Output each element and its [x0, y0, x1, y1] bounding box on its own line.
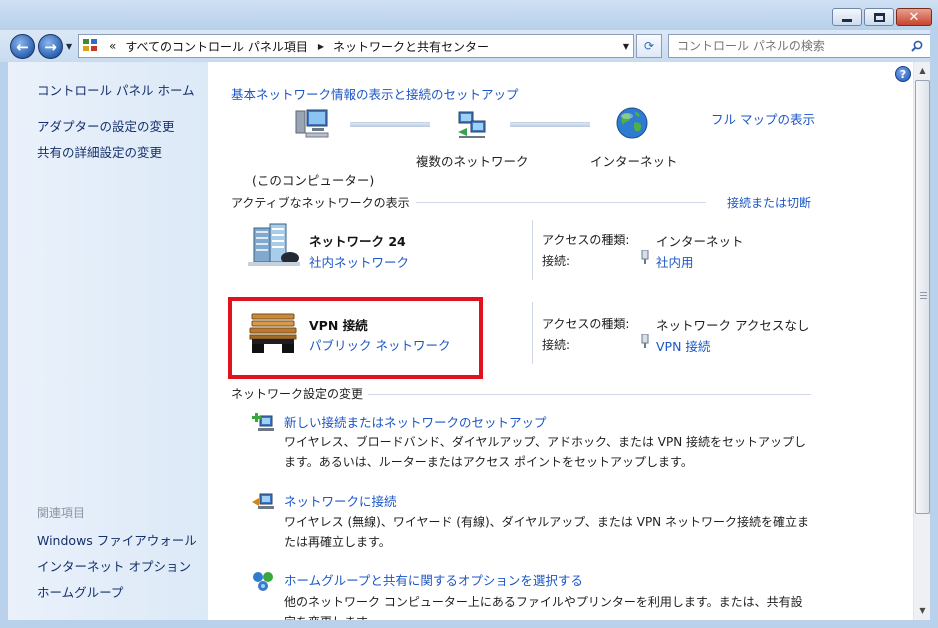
multiple-networks-icon[interactable]: [455, 108, 489, 140]
scrollbar-grip: [920, 292, 927, 301]
network-2-connection-label: 接続:: [542, 338, 571, 352]
network-1-access-value: インターネット: [656, 234, 744, 249]
refresh-icon: ⟳: [643, 39, 655, 53]
maximize-icon: [873, 12, 885, 22]
search-icon[interactable]: [911, 40, 923, 52]
section-divider: [416, 202, 706, 203]
network-1-connection-label: 接続:: [542, 254, 571, 268]
connect-network-icon: [252, 493, 274, 509]
back-button[interactable]: ←: [10, 34, 35, 59]
control-panel-home-link[interactable]: コントロール パネル ホーム: [37, 80, 195, 99]
title-bar: ✕: [0, 0, 938, 30]
task-homegroup-link[interactable]: ホームグループと共有に関するオプションを選択する: [284, 570, 583, 589]
scrollbar-thumb[interactable]: [915, 80, 930, 514]
main-content: ? 基本ネットワーク情報の表示と接続のセットアップ フル マップの表示 (このコ…: [208, 62, 913, 620]
arrow-right-icon: →: [44, 37, 57, 56]
related-firewall-link[interactable]: Windows ファイアウォール: [37, 530, 197, 549]
task-new-connection-link[interactable]: 新しい接続またはネットワークのセットアップ: [284, 412, 547, 431]
network-1-connection-link[interactable]: 社内用: [656, 252, 694, 271]
ethernet-plug-icon: [641, 334, 649, 348]
refresh-button[interactable]: ⟳: [636, 34, 662, 58]
scroll-down-icon[interactable]: ▼: [914, 602, 931, 619]
scroll-up-icon[interactable]: ▲: [914, 62, 931, 79]
window-frame-right: [930, 30, 938, 628]
related-internet-options-link[interactable]: インターネット オプション: [37, 556, 191, 575]
network-2-access-label: アクセスの種類:: [542, 317, 630, 331]
recent-pages-dropdown-icon[interactable]: ▼: [66, 42, 72, 51]
maximize-button[interactable]: [864, 8, 894, 26]
map-computer-label: (このコンピューター): [252, 173, 375, 188]
search-input[interactable]: [669, 39, 899, 53]
task-homegroup-desc: 他のネットワーク コンピューター上にあるファイルやプリンターを利用します。または…: [284, 595, 803, 620]
ethernet-plug-icon: [641, 250, 649, 264]
connect-disconnect-link[interactable]: 接続または切断: [727, 194, 811, 211]
minimize-button[interactable]: [832, 8, 862, 26]
address-dropdown-icon[interactable]: ▼: [623, 42, 629, 51]
network-1-divider: [532, 220, 533, 280]
task-connect-network-link[interactable]: ネットワークに接続: [284, 491, 397, 510]
search-box[interactable]: [668, 34, 931, 58]
public-network-bench-icon[interactable]: [248, 310, 300, 358]
map-network-label: 複数のネットワーク: [416, 154, 529, 169]
related-heading: 関連項目: [37, 506, 86, 520]
active-networks-heading: アクティブなネットワークの表示: [231, 196, 410, 210]
network-1-name: ネットワーク 24: [309, 234, 406, 249]
network-2-divider: [532, 302, 533, 364]
network-2-connection-link[interactable]: VPN 接続: [656, 336, 710, 355]
internet-globe-icon[interactable]: [615, 106, 649, 140]
help-icon[interactable]: ?: [895, 66, 911, 82]
network-2-access-value: ネットワーク アクセスなし: [656, 318, 810, 333]
advanced-sharing-link[interactable]: 共有の詳細設定の変更: [37, 142, 162, 161]
address-bar[interactable]: « すべてのコントロール パネル項目 ▶ ネットワークと共有センター ▼: [78, 34, 634, 58]
related-homegroup-link[interactable]: ホームグループ: [37, 582, 123, 601]
close-button[interactable]: ✕: [896, 8, 932, 26]
forward-button[interactable]: →: [38, 34, 63, 59]
navigation-bar: ← → ▼ « すべてのコントロール パネル項目 ▶ ネットワークと共有センター…: [0, 30, 938, 62]
breadcrumb-all-items[interactable]: すべてのコントロール パネル項目: [125, 38, 308, 55]
change-settings-heading: ネットワーク設定の変更: [231, 387, 364, 401]
map-internet-label: インターネット: [590, 154, 678, 169]
page-title-link[interactable]: 基本ネットワーク情報の表示と接続のセットアップ: [231, 84, 519, 103]
window-frame-bottom: [0, 620, 938, 628]
close-icon: ✕: [908, 9, 920, 25]
adapter-settings-link[interactable]: アダプターの設定の変更: [37, 116, 175, 135]
full-map-link[interactable]: フル マップの表示: [711, 109, 815, 128]
section-divider: [368, 394, 811, 395]
control-panel-icon: [83, 39, 99, 53]
corporate-network-icon[interactable]: [248, 222, 300, 268]
minimize-icon: [842, 18, 852, 22]
left-navigation-pane: コントロール パネル ホーム アダプターの設定の変更 共有の詳細設定の変更 関連…: [8, 62, 208, 620]
network-2-name: VPN 接続: [309, 318, 368, 333]
breadcrumb-network-center[interactable]: ネットワークと共有センター: [333, 38, 489, 55]
breadcrumb-separator-icon[interactable]: ▶: [318, 42, 324, 51]
homegroup-icon: [253, 572, 273, 591]
network-1-category-link[interactable]: 社内ネットワーク: [309, 252, 409, 271]
map-connector: [510, 122, 590, 127]
task-new-connection-desc: ワイヤレス、ブロードバンド、ダイヤルアップ、アドホック、または VPN 接続をセ…: [284, 435, 807, 469]
network-1-access-label: アクセスの種類:: [542, 233, 630, 247]
computer-icon: [295, 109, 329, 138]
network-2-category-link[interactable]: パブリック ネットワーク: [309, 335, 450, 354]
vertical-scrollbar[interactable]: ▲ ▼: [913, 62, 930, 620]
breadcrumb-overflow[interactable]: «: [109, 39, 116, 53]
new-connection-icon: [252, 413, 274, 431]
map-connector: [350, 122, 430, 127]
arrow-left-icon: ←: [16, 37, 29, 56]
task-connect-network-desc: ワイヤレス (無線)、ワイヤード (有線)、ダイヤルアップ、または VPN ネッ…: [284, 515, 809, 549]
